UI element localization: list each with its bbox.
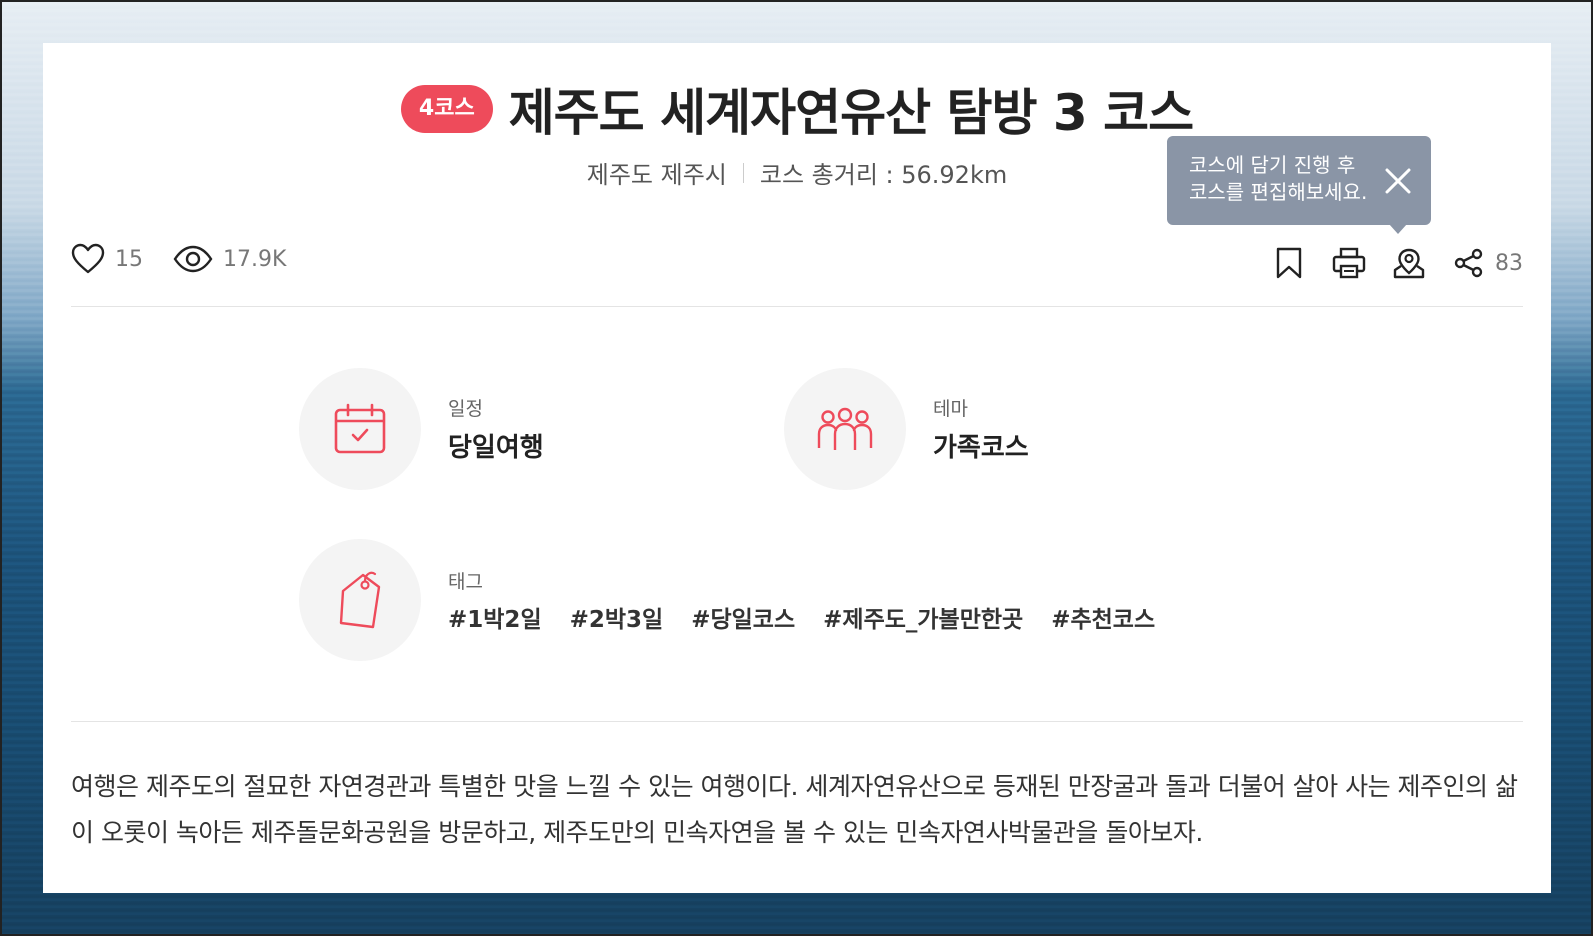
divider-bottom xyxy=(71,721,1523,722)
edit-course-tooltip: 코스에 담기 진행 후 코스를 편집해보세요. xyxy=(1167,136,1431,234)
theme-info: 테마 가족코스 xyxy=(784,368,1029,490)
theme-label: 테마 xyxy=(933,398,968,420)
schedule-label: 일정 xyxy=(448,398,483,420)
course-region: 제주도 제주시 xyxy=(586,161,727,189)
calendar-icon xyxy=(334,403,386,454)
schedule-value: 당일여행 xyxy=(448,433,544,463)
calendar-icon-circle xyxy=(299,368,421,490)
title-row: 4코스 제주도 세계자연유산 탐방 3 코스 xyxy=(43,73,1551,145)
course-distance: 코스 총거리 : 56.92km xyxy=(759,161,1008,189)
divider-top xyxy=(71,306,1523,307)
course-description: 여행은 제주도의 절묘한 자연경관과 특별한 맛을 느낄 수 있는 여행이다. … xyxy=(71,772,1518,847)
tooltip-line-1: 코스에 담기 진행 후 xyxy=(1189,153,1356,177)
tag-icon-circle xyxy=(299,539,421,661)
print-button[interactable] xyxy=(1329,243,1369,283)
theme-value: 가족코스 xyxy=(933,433,1029,463)
tags-info: 태그 #1박2일 #2박3일 #당일코스 #제주도_가볼만한곳 #추천코스 xyxy=(299,539,1183,661)
share-icon xyxy=(1454,248,1483,278)
view-stat: 17.9K xyxy=(173,245,286,273)
tag-item[interactable]: #1박2일 xyxy=(448,600,542,634)
schedule-info: 일정 당일여행 xyxy=(299,368,544,490)
add-to-course-button[interactable] xyxy=(1389,243,1429,283)
share-count: 83 xyxy=(1495,250,1523,276)
tags-label: 태그 xyxy=(448,570,483,593)
tag-item[interactable]: #2박3일 xyxy=(570,600,664,634)
page-title: 제주도 세계자연유산 탐방 3 코스 xyxy=(508,84,1194,142)
tag-item[interactable]: #추천코스 xyxy=(1051,600,1155,634)
people-icon xyxy=(817,407,873,450)
tag-list: #1박2일 #2박3일 #당일코스 #제주도_가볼만한곳 #추천코스 xyxy=(448,600,1183,634)
like-button[interactable]: 15 xyxy=(71,243,143,275)
bookmark-icon xyxy=(1276,247,1302,279)
view-count: 17.9K xyxy=(223,246,287,272)
share-button[interactable] xyxy=(1449,243,1489,283)
action-bar: 83 xyxy=(1249,243,1523,283)
tag-item[interactable]: #당일코스 xyxy=(691,600,795,634)
course-count-badge: 4코스 xyxy=(400,85,493,133)
tooltip-line-2: 코스를 편집해보세요. xyxy=(1189,180,1368,204)
close-icon[interactable] xyxy=(1383,166,1413,196)
like-count: 15 xyxy=(115,246,143,272)
print-icon xyxy=(1332,247,1366,279)
tag-item[interactable]: #제주도_가볼만한곳 xyxy=(823,600,1023,634)
people-icon-circle xyxy=(784,368,906,490)
tag-icon xyxy=(339,571,381,629)
eye-icon xyxy=(173,245,213,273)
heart-icon xyxy=(71,243,105,274)
map-pin-icon xyxy=(1393,248,1425,279)
bookmark-button[interactable] xyxy=(1269,243,1309,283)
course-card: 4코스 제주도 세계자연유산 탐방 3 코스 제주도 제주시 코스 총거리 : … xyxy=(43,43,1551,893)
meta-divider xyxy=(742,162,744,183)
stats-row: 15 17.9K xyxy=(71,243,286,275)
